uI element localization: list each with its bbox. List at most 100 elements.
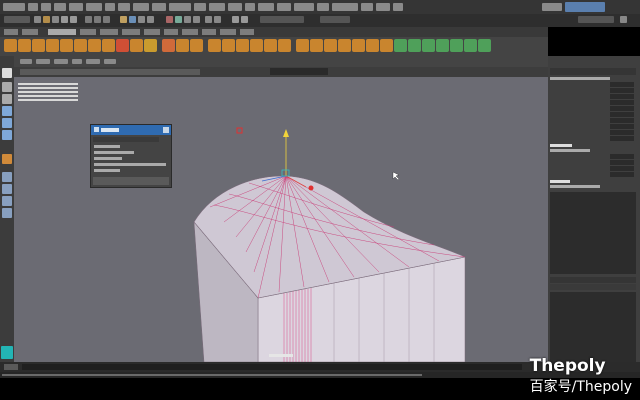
poly-platonic-icon[interactable] bbox=[102, 39, 115, 52]
select-mode-icon[interactable] bbox=[94, 16, 101, 23]
scale-tool-icon[interactable] bbox=[2, 130, 12, 140]
target-weld-icon[interactable] bbox=[352, 39, 365, 52]
menu-item[interactable] bbox=[41, 3, 51, 11]
menu-item[interactable] bbox=[169, 3, 191, 11]
attr-field[interactable] bbox=[610, 130, 634, 135]
render-icon[interactable] bbox=[241, 16, 248, 23]
dialog-row[interactable] bbox=[94, 151, 134, 154]
poly-plane-icon[interactable] bbox=[74, 39, 87, 52]
layer-tabs[interactable] bbox=[550, 277, 636, 283]
poly-type-icon[interactable] bbox=[130, 39, 143, 52]
render-icon[interactable] bbox=[175, 16, 182, 23]
menu-item[interactable] bbox=[69, 3, 83, 11]
quad-draw-icon[interactable] bbox=[380, 39, 393, 52]
panel-toggle-icon[interactable] bbox=[620, 16, 627, 23]
menu-item[interactable] bbox=[277, 3, 291, 11]
menu-item[interactable] bbox=[361, 3, 373, 11]
snap-icon[interactable] bbox=[129, 16, 136, 23]
bevel-icon[interactable] bbox=[278, 39, 291, 52]
menu-item[interactable] bbox=[105, 3, 115, 11]
sign-in-button[interactable] bbox=[578, 16, 614, 23]
attr-field[interactable] bbox=[610, 136, 634, 141]
close-icon[interactable] bbox=[163, 127, 169, 133]
attr-field[interactable] bbox=[610, 100, 634, 105]
select-mode-icon[interactable] bbox=[103, 16, 110, 23]
svg-icon[interactable] bbox=[144, 39, 157, 52]
workspace-dropdown[interactable] bbox=[565, 2, 605, 12]
attr-field[interactable] bbox=[610, 166, 634, 171]
menu-item[interactable] bbox=[194, 3, 206, 11]
combine-icon[interactable] bbox=[162, 39, 175, 52]
uv-icon[interactable] bbox=[436, 39, 449, 52]
dialog-row[interactable] bbox=[94, 163, 166, 166]
shelf-tab[interactable] bbox=[220, 29, 236, 35]
super-shape-icon[interactable] bbox=[116, 39, 129, 52]
attr-field[interactable] bbox=[610, 112, 634, 117]
uv-icon[interactable] bbox=[394, 39, 407, 52]
select-tool-icon[interactable] bbox=[2, 68, 12, 78]
snap-icon[interactable] bbox=[120, 16, 127, 23]
menu-item[interactable] bbox=[118, 3, 130, 11]
panel-menu-item[interactable] bbox=[36, 59, 50, 64]
panel-tool-icons[interactable] bbox=[20, 69, 200, 75]
attr-field[interactable] bbox=[610, 154, 634, 159]
new-scene-icon[interactable] bbox=[34, 16, 41, 23]
mode-dropdown[interactable] bbox=[4, 16, 30, 23]
bevel-icon[interactable] bbox=[296, 39, 309, 52]
attr-field[interactable] bbox=[610, 118, 634, 123]
poly-torus-icon[interactable] bbox=[60, 39, 73, 52]
attr-field[interactable] bbox=[610, 88, 634, 93]
append-icon[interactable] bbox=[324, 39, 337, 52]
shelf-tab[interactable] bbox=[144, 29, 160, 35]
menu-item[interactable] bbox=[133, 3, 149, 11]
snap-icon[interactable] bbox=[138, 16, 145, 23]
render-icon[interactable] bbox=[193, 16, 200, 23]
shelf-tab[interactable] bbox=[80, 29, 96, 35]
mirror-icon[interactable] bbox=[236, 39, 249, 52]
uv-icon[interactable] bbox=[408, 39, 421, 52]
viewport-3d[interactable] bbox=[14, 77, 548, 362]
uv-icon[interactable] bbox=[422, 39, 435, 52]
dialog-menu[interactable] bbox=[93, 137, 159, 142]
poly-disc-icon[interactable] bbox=[88, 39, 101, 52]
uv-icon[interactable] bbox=[478, 39, 491, 52]
attr-field[interactable] bbox=[610, 94, 634, 99]
open-scene-icon[interactable] bbox=[43, 16, 50, 23]
paint-select-icon[interactable] bbox=[2, 94, 12, 104]
fill-hole-icon[interactable] bbox=[310, 39, 323, 52]
channel-box-tabs[interactable] bbox=[550, 68, 636, 75]
select-mode-icon[interactable] bbox=[85, 16, 92, 23]
shelf-tab[interactable] bbox=[164, 29, 178, 35]
panel-menu-item[interactable] bbox=[72, 59, 82, 64]
attr-field[interactable] bbox=[610, 124, 634, 129]
attr-field[interactable] bbox=[610, 160, 634, 165]
shelf-tab[interactable] bbox=[202, 29, 216, 35]
layout-icon[interactable] bbox=[2, 208, 12, 218]
multi-cut-icon[interactable] bbox=[338, 39, 351, 52]
menu-item[interactable] bbox=[209, 3, 225, 11]
symmetry-dropdown[interactable] bbox=[260, 16, 304, 23]
snap-icon[interactable] bbox=[147, 16, 154, 23]
menu-item[interactable] bbox=[152, 3, 166, 11]
menu-item[interactable] bbox=[317, 3, 329, 11]
menu-item[interactable] bbox=[3, 3, 25, 11]
render-icon[interactable] bbox=[205, 16, 212, 23]
lasso-tool-icon[interactable] bbox=[2, 82, 12, 92]
uv-icon[interactable] bbox=[450, 39, 463, 52]
extrude-icon[interactable] bbox=[250, 39, 263, 52]
layout-icon[interactable] bbox=[2, 172, 12, 182]
dialog-row[interactable] bbox=[94, 169, 120, 172]
save-scene-icon[interactable] bbox=[52, 16, 59, 23]
attr-field[interactable] bbox=[610, 172, 634, 177]
undo-icon[interactable] bbox=[61, 16, 68, 23]
layer-menu[interactable] bbox=[550, 284, 636, 290]
scene-canvas[interactable] bbox=[14, 77, 548, 362]
menu-item[interactable] bbox=[54, 3, 66, 11]
render-icon[interactable] bbox=[232, 16, 239, 23]
color-space-dropdown[interactable] bbox=[270, 68, 328, 75]
attr-field[interactable] bbox=[610, 82, 634, 87]
menu-item[interactable] bbox=[228, 3, 242, 11]
shelf-tab[interactable] bbox=[240, 29, 254, 35]
poly-cube-icon[interactable] bbox=[18, 39, 31, 52]
panel-menu-item[interactable] bbox=[54, 59, 68, 64]
